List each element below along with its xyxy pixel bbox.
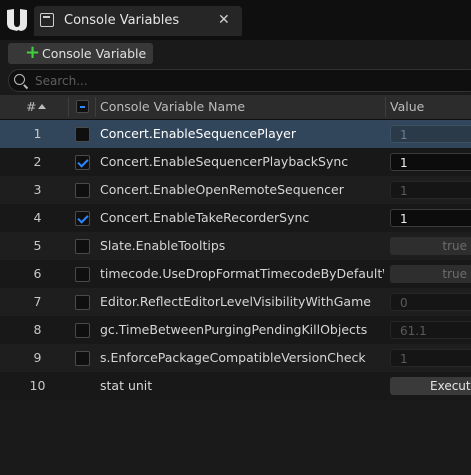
table-row[interactable]: 9 s.EnforcePackageCompatibleVersionCheck 1 (0, 344, 471, 372)
unreal-engine-logo-icon[interactable] (4, 6, 30, 32)
enable-checkbox[interactable] (75, 267, 90, 282)
variable-name: stat unit (100, 378, 153, 393)
variable-name: Concert.EnableOpenRemoteSequencer (100, 182, 344, 197)
row-index: 7 (33, 294, 42, 309)
row-index: 8 (33, 322, 42, 337)
table-row[interactable]: 10 stat unit Execute (0, 372, 471, 400)
add-console-variable-label: Console Variable (42, 46, 147, 61)
value-field[interactable]: 1 (390, 153, 471, 171)
table-row[interactable]: 8 gc.TimeBetweenPurgingPendingKillObjects… (0, 316, 471, 344)
execute-button[interactable]: Execute (390, 377, 471, 395)
enable-checkbox[interactable] (75, 127, 90, 142)
enable-checkbox[interactable] (75, 239, 90, 254)
search-box[interactable] (8, 69, 471, 92)
variable-name: s.EnforcePackageCompatibleVersionCheck (100, 350, 366, 365)
value-field[interactable]: 61.1 (390, 321, 471, 339)
search-icon (14, 74, 25, 85)
enable-checkbox[interactable] (75, 211, 90, 226)
variable-name: Editor.ReflectEditorLevelVisibilityWithG… (100, 294, 371, 309)
row-index: 10 (29, 378, 46, 393)
title-bar: Console Variables ✕ (0, 0, 471, 40)
variable-name: Concert.EnableSequencePlayer (100, 126, 297, 141)
tab-console-variables[interactable]: Console Variables ✕ (34, 6, 242, 36)
add-console-variable-button[interactable]: + Console Variable (8, 43, 153, 64)
sort-ascending-icon[interactable] (38, 104, 46, 109)
row-index: 3 (33, 182, 42, 197)
column-header-index[interactable]: # (26, 95, 36, 119)
enable-checkbox[interactable] (75, 155, 90, 170)
table-row[interactable]: 5 Slate.EnableTooltips true (0, 232, 471, 260)
value-field[interactable]: 1 (390, 181, 471, 199)
row-index: 4 (33, 210, 42, 225)
search-input[interactable] (35, 72, 435, 89)
column-divider[interactable] (95, 97, 96, 117)
variable-name: Concert.EnableTakeRecorderSync (100, 210, 310, 225)
column-header-name[interactable]: Console Variable Name (100, 95, 245, 119)
table-row[interactable]: 6 timecode.UseDropFormatTimecodeByDefault… (0, 260, 471, 288)
value-field[interactable]: true (390, 237, 471, 255)
table-row[interactable]: 3 Concert.EnableOpenRemoteSequencer 1 (0, 176, 471, 204)
row-index: 9 (33, 350, 42, 365)
console-variables-table: 1 Concert.EnableSequencePlayer 1 2 Concert.E… (0, 120, 471, 400)
enable-checkbox[interactable] (75, 351, 90, 366)
tab-title: Console Variables (64, 13, 180, 28)
variable-name: Slate.EnableTooltips (100, 238, 226, 253)
enable-checkbox[interactable] (75, 183, 90, 198)
row-index: 6 (33, 266, 42, 281)
table-row[interactable]: 4 Concert.EnableTakeRecorderSync 1 (0, 204, 471, 232)
row-index: 2 (33, 154, 42, 169)
value-field[interactable]: true (390, 265, 471, 283)
value-field[interactable]: 0 (390, 293, 471, 311)
table-row[interactable]: 1 Concert.EnableSequencePlayer 1 (0, 120, 471, 148)
column-divider[interactable] (385, 97, 386, 117)
variable-name: timecode.UseDropFormatTimecodeByDefaultW… (100, 266, 384, 281)
row-index: 1 (33, 126, 42, 141)
variable-name: Concert.EnableSequencerPlaybackSync (100, 154, 349, 169)
variable-name: gc.TimeBetweenPurgingPendingKillObjects (100, 322, 368, 337)
table-header: # Console Variable Name Value (0, 95, 471, 120)
enable-checkbox[interactable] (75, 323, 90, 338)
close-icon[interactable]: ✕ (218, 12, 230, 28)
column-header-value[interactable]: Value (390, 95, 424, 119)
enable-checkbox[interactable] (75, 295, 90, 310)
table-row[interactable]: 2 Concert.EnableSequencerPlaybackSync 1 (0, 148, 471, 176)
table-row[interactable]: 7 Editor.ReflectEditorLevelVisibilityWith… (0, 288, 471, 316)
select-all-checkbox[interactable] (76, 100, 89, 113)
column-divider[interactable] (68, 97, 69, 117)
value-field[interactable]: 1 (390, 209, 471, 227)
plus-icon: + (25, 42, 41, 63)
console-window-icon (40, 13, 54, 27)
value-field[interactable]: 1 (390, 125, 471, 143)
value-field[interactable]: 1 (390, 349, 471, 367)
row-index: 5 (33, 238, 42, 253)
